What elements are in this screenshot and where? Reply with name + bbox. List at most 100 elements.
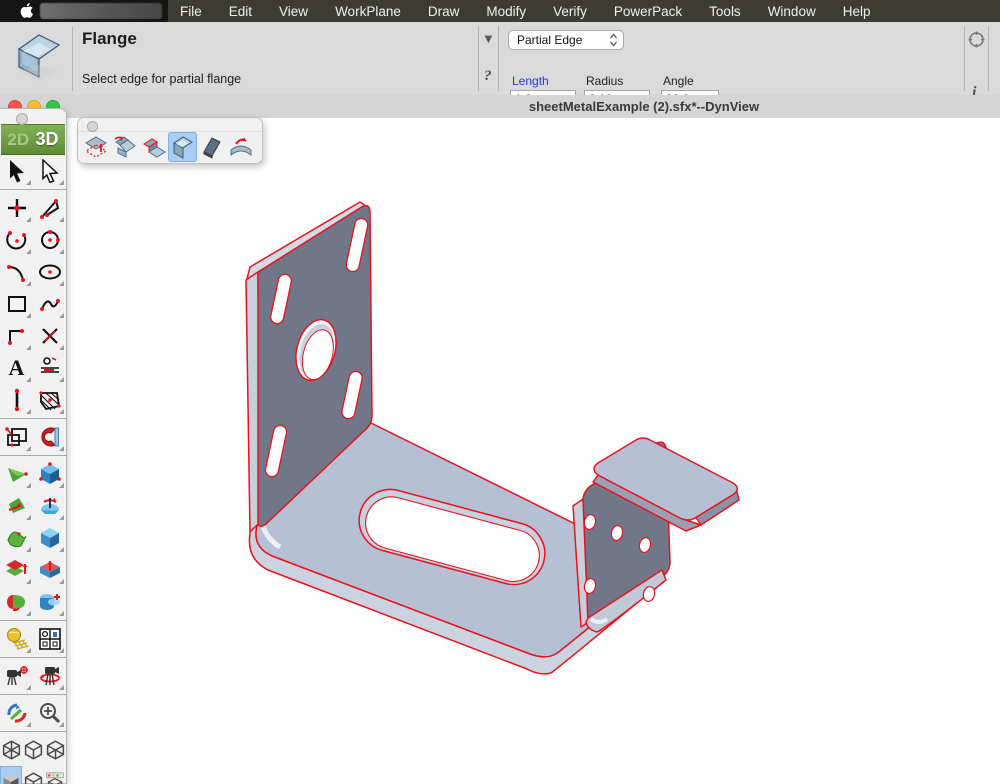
wireframe-cube-icon xyxy=(23,739,44,761)
corner-line-tool[interactable] xyxy=(0,320,33,352)
menu-verify[interactable]: Verify xyxy=(553,4,587,19)
joggle-tool[interactable] xyxy=(139,132,168,162)
flange-mode-select[interactable]: Partial Edge xyxy=(508,30,624,50)
sphere-mesh-icon xyxy=(5,627,29,651)
menu-draw[interactable]: Draw xyxy=(428,4,460,19)
collapse-panel-icon[interactable]: ▼ xyxy=(482,31,495,46)
iso-view-1-tool[interactable] xyxy=(0,734,22,766)
revolve-tool[interactable] xyxy=(0,586,33,618)
menu-modify[interactable]: Modify xyxy=(486,4,526,19)
cube-3d-tool[interactable] xyxy=(33,522,66,554)
palette-close-icon[interactable] xyxy=(16,113,28,125)
iso-view-3-tool[interactable] xyxy=(44,734,66,766)
zoom-plus-tool[interactable] xyxy=(33,697,66,729)
ribbon-tool-title: Flange xyxy=(82,29,137,49)
open-arrow-tool[interactable] xyxy=(33,155,66,187)
dimension-icon xyxy=(38,356,62,380)
orbit-view-tool[interactable] xyxy=(0,697,33,729)
select-stepper-icon xyxy=(609,33,618,47)
offset-copy-tool[interactable] xyxy=(0,421,33,453)
iso-view-2-tool[interactable] xyxy=(22,734,44,766)
thicken-tool[interactable] xyxy=(33,554,66,586)
hem-tool[interactable] xyxy=(110,132,139,162)
circle-tool[interactable] xyxy=(33,224,66,256)
bend-tool[interactable] xyxy=(226,132,255,162)
dimension-tool[interactable] xyxy=(33,352,66,384)
menu-file[interactable]: File xyxy=(180,4,202,19)
open-arrow-icon xyxy=(39,159,61,183)
mirror-icon xyxy=(38,425,62,449)
rotate-3d-tool[interactable] xyxy=(33,490,66,522)
help-icon[interactable]: ? xyxy=(484,68,492,85)
camera-target-tool[interactable] xyxy=(0,660,33,692)
mirror-tool[interactable] xyxy=(33,421,66,453)
toggle-2d-label[interactable]: 2D xyxy=(7,130,29,150)
ellipse-tool[interactable] xyxy=(33,256,66,288)
window-title-bar[interactable]: sheetMetalExample (2).sfx*--DynView xyxy=(0,95,1000,119)
extrude-face-tool[interactable] xyxy=(0,490,33,522)
menu-workplane[interactable]: WorkPlane xyxy=(335,4,401,19)
menu-edit[interactable]: Edit xyxy=(229,4,252,19)
sheet-face-tool[interactable] xyxy=(197,132,226,162)
spline-tool[interactable] xyxy=(33,288,66,320)
curve-tool[interactable] xyxy=(0,256,33,288)
rectangle-icon xyxy=(6,293,28,315)
polyline-tool[interactable] xyxy=(33,192,66,224)
menu-tools[interactable]: Tools xyxy=(709,4,741,19)
sheet-metal-model[interactable] xyxy=(0,118,1000,784)
select-arrow-tool[interactable] xyxy=(0,155,33,187)
walkthrough-camera-tool[interactable] xyxy=(33,660,66,692)
wireframe-view-tool[interactable] xyxy=(22,766,44,784)
zoom-plus-icon xyxy=(38,701,62,725)
app-name-blurred xyxy=(40,3,162,19)
sheet-face-icon xyxy=(199,134,225,160)
apple-icon[interactable] xyxy=(20,3,34,19)
cross-erase-tool[interactable] xyxy=(33,320,66,352)
menu-powerpack[interactable]: PowerPack xyxy=(614,4,682,19)
ribbon-separator-3 xyxy=(498,26,499,91)
base-sheet-icon xyxy=(83,134,109,160)
sheet-metal-toolbar[interactable] xyxy=(77,117,263,164)
palette-divider xyxy=(0,455,66,456)
flange-tool[interactable] xyxy=(168,132,197,162)
ribbon-separator-2 xyxy=(478,26,479,91)
menu-help[interactable]: Help xyxy=(843,4,871,19)
palette-divider xyxy=(0,731,66,732)
stack-planes-tool[interactable] xyxy=(0,554,33,586)
menu-window[interactable]: Window xyxy=(768,4,816,19)
shaded-view-tool[interactable] xyxy=(0,766,22,784)
orbit-view-icon xyxy=(5,701,29,725)
render-window-view-tool[interactable] xyxy=(44,766,66,784)
viewport-layout-tool[interactable] xyxy=(33,623,66,655)
select-arrow-icon xyxy=(6,159,28,183)
base-sheet-tool[interactable] xyxy=(81,132,110,162)
text-tool[interactable]: A xyxy=(0,352,33,384)
box-3d-tool[interactable] xyxy=(33,458,66,490)
hatch-tool[interactable] xyxy=(33,384,66,416)
menu-items: File Edit View WorkPlane Draw Modify Ver… xyxy=(180,4,870,19)
ribbon-separator-1 xyxy=(72,26,73,91)
boolean-add-tool[interactable] xyxy=(33,586,66,618)
line-segment-tool[interactable] xyxy=(0,384,33,416)
cone-3d-tool[interactable] xyxy=(0,458,33,490)
rectangle-tool[interactable] xyxy=(0,288,33,320)
toggle-3d-label[interactable]: 3D xyxy=(36,129,59,150)
bend-icon xyxy=(228,134,254,160)
drawing-canvas[interactable] xyxy=(0,118,1000,784)
angle-label: Angle xyxy=(663,74,694,88)
sphere-mesh-tool[interactable] xyxy=(0,623,33,655)
menu-view[interactable]: View xyxy=(279,4,308,19)
curve-icon xyxy=(6,261,28,283)
point-tool[interactable] xyxy=(0,192,33,224)
2d-3d-toggle[interactable]: 2D 3D xyxy=(1,124,65,155)
flange-icon xyxy=(170,134,196,160)
corner-line-icon xyxy=(6,325,28,347)
surface-3d-tool[interactable] xyxy=(0,522,33,554)
toolbar-close-icon[interactable] xyxy=(87,121,98,132)
sheet-metal-toolbar-header[interactable] xyxy=(78,118,262,132)
length-label: Length xyxy=(512,74,549,88)
arc-tool[interactable] xyxy=(0,224,33,256)
ribbon-separator-5 xyxy=(988,26,989,91)
tool-palette-header[interactable] xyxy=(0,109,66,124)
crosshair-target-icon[interactable] xyxy=(968,31,985,48)
